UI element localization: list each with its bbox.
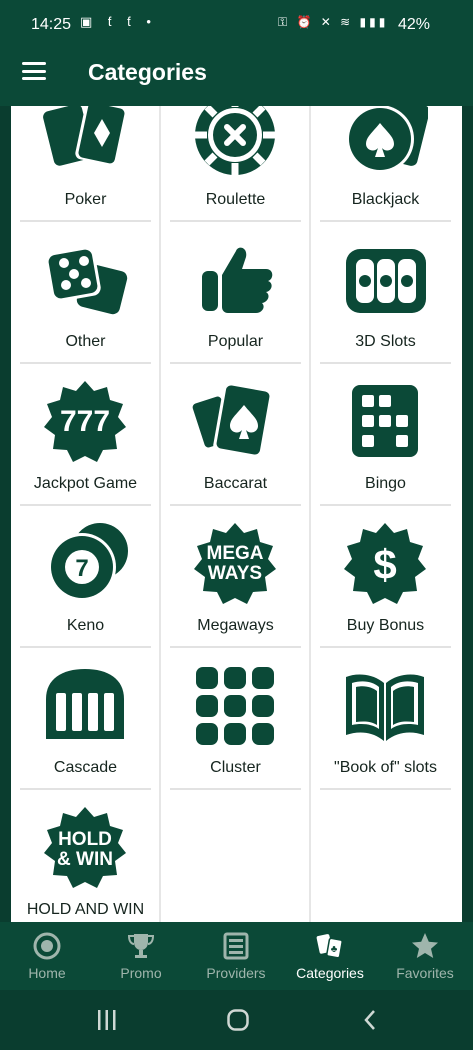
category-poker[interactable]: Poker (20, 106, 151, 222)
cards-icon: ♣ (316, 932, 344, 960)
keno-ball-icon: 7 (42, 521, 128, 607)
nav-label: Categories (296, 965, 364, 981)
nav-home[interactable]: Home (0, 922, 94, 990)
category-label: Other (65, 333, 106, 350)
jackpot-badge-text: 777 (60, 405, 110, 438)
roulette-chip-icon (192, 106, 278, 181)
category-label: Baccarat (203, 475, 268, 492)
hold-win-badge-icon: HOLD & WIN (42, 805, 128, 891)
category-cascade[interactable]: Cascade (20, 663, 151, 790)
category-label: Cascade (53, 759, 118, 776)
cards-diamond-icon (42, 106, 128, 181)
star-icon (411, 932, 439, 960)
category-label: Poker (64, 191, 107, 208)
hamburger-icon[interactable] (22, 62, 46, 80)
category-label: "Book of" slots (334, 759, 437, 776)
category-label: Megaways (197, 617, 274, 634)
category-baccarat[interactable]: Baccarat (170, 379, 301, 506)
jackpot-777-icon: 777 (42, 379, 128, 465)
trophy-icon (127, 932, 155, 960)
category-popular[interactable]: Popular (170, 237, 301, 364)
hold-win-text-line1: HOLD (58, 829, 112, 850)
category-bingo[interactable]: Bingo (320, 379, 451, 506)
slot-machine-icon (342, 237, 428, 323)
dollar-badge-icon: $ (342, 521, 428, 607)
notification-icons: ▣ ƭ ƭ • (80, 14, 157, 29)
megaways-badge-icon: MEGA WAYS (192, 521, 278, 607)
app-bar: Categories (0, 38, 473, 106)
keno-ball-number: 7 (75, 555, 88, 582)
recents-button[interactable] (96, 1008, 118, 1032)
category-hold-and-win[interactable]: HOLD & WIN HOLD AND WIN (20, 805, 151, 922)
nav-favorites[interactable]: Favorites (378, 922, 472, 990)
category-label: Popular (207, 333, 264, 350)
category-buy-bonus[interactable]: $ Buy Bonus (320, 521, 451, 648)
category-label: Blackjack (351, 191, 420, 208)
category-label: Buy Bonus (346, 617, 425, 634)
category-book-of-slots[interactable]: "Book of" slots (320, 663, 451, 790)
category-label: Keno (66, 617, 105, 634)
category-label: HOLD AND WIN (26, 901, 145, 918)
providers-list-icon (222, 932, 250, 960)
category-blackjack[interactable]: Blackjack (320, 106, 451, 222)
category-megaways[interactable]: MEGA WAYS Megaways (170, 521, 301, 648)
category-jackpot-game[interactable]: 777 Jackpot Game (20, 379, 151, 506)
status-bar: 14:25 ▣ ƭ ƭ • ⚿ ⏰ ✕ ≋ ▮▮▮ 42% (0, 0, 473, 38)
category-label: Cluster (210, 759, 261, 776)
dollar-sign: $ (373, 541, 396, 588)
nav-label: Providers (206, 965, 266, 981)
grid-divider (309, 106, 311, 922)
hold-win-text-line2: & WIN (57, 849, 113, 870)
bingo-grid-icon (342, 379, 428, 465)
back-button[interactable] (362, 1008, 378, 1032)
thumbs-up-icon (192, 237, 278, 323)
svg-text:♣: ♣ (331, 944, 338, 955)
nav-label: Favorites (396, 965, 454, 981)
category-label: Roulette (205, 191, 266, 208)
grid-divider (159, 106, 161, 922)
nav-label: Home (28, 965, 66, 981)
battery-percent: 42% (398, 16, 431, 33)
category-other[interactable]: Other (20, 237, 151, 364)
blackjack-cards-icon (342, 106, 430, 181)
category-grid[interactable]: Poker Roulette Blackjack Other Popular 3… (11, 106, 462, 922)
megaways-text-line1: MEGA (207, 543, 264, 564)
category-roulette[interactable]: Roulette (170, 106, 301, 222)
nav-label: Promo (120, 965, 162, 981)
category-label: 3D Slots (355, 333, 416, 350)
status-icons: ⚿ ⏰ ✕ ≋ ▮▮▮ (278, 15, 389, 29)
category-label: Bingo (365, 475, 406, 492)
cascade-reels-icon (42, 663, 128, 749)
system-navigation (0, 990, 473, 1050)
page-title: Categories (88, 59, 207, 85)
category-cluster[interactable]: Cluster (170, 663, 301, 790)
bottom-navigation: Home Promo Providers ♣ Categories Favori… (0, 922, 473, 990)
status-time: 14:25 (31, 16, 72, 33)
home-chip-icon (33, 932, 61, 960)
dice-icon (42, 237, 128, 323)
category-keno[interactable]: 7 Keno (20, 521, 151, 648)
home-button[interactable] (226, 1008, 250, 1032)
nav-providers[interactable]: Providers (189, 922, 283, 990)
megaways-text-line2: WAYS (208, 563, 262, 584)
category-3d-slots[interactable]: 3D Slots (320, 237, 451, 364)
nav-promo[interactable]: Promo (94, 922, 188, 990)
nav-categories[interactable]: ♣ Categories (283, 922, 377, 990)
open-book-icon (342, 663, 428, 749)
baccarat-cards-icon (192, 379, 278, 465)
cluster-grid-icon (192, 663, 278, 749)
category-label: Jackpot Game (33, 475, 138, 492)
